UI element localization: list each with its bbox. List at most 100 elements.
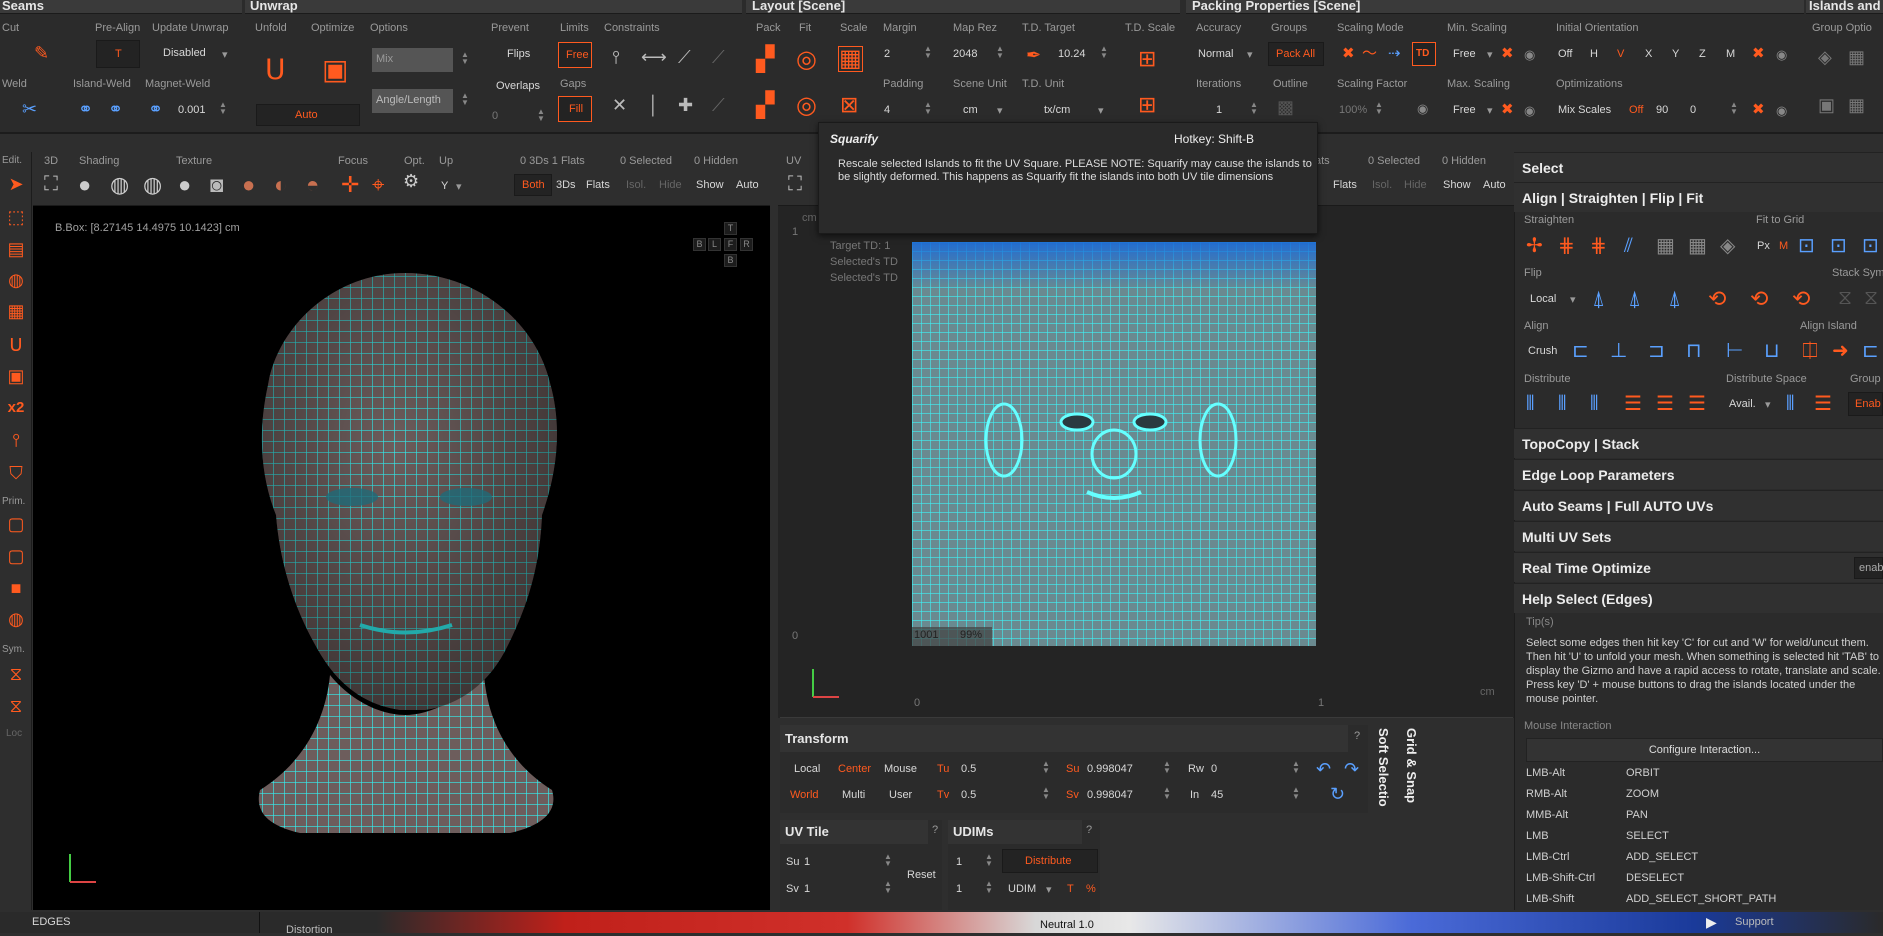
mix-input[interactable]: Mix xyxy=(372,48,453,72)
pack-group-icon[interactable]: ▞ xyxy=(756,94,774,118)
uv-auto-button[interactable]: Auto xyxy=(1483,179,1506,191)
td-unit-select[interactable]: tx/cm xyxy=(1044,104,1070,116)
options-icon[interactable]: ⚙ xyxy=(403,172,419,190)
up-axis-select[interactable]: Y xyxy=(441,180,448,192)
distribute-space-select[interactable]: Avail. xyxy=(1729,398,1756,410)
flip-local-select[interactable]: Local xyxy=(1530,293,1556,305)
flips-button[interactable]: Flips xyxy=(507,48,530,60)
straighten-auto-icon[interactable]: ✢ xyxy=(1526,236,1543,256)
crush-button[interactable]: Crush xyxy=(1528,345,1557,357)
rw-value[interactable]: 0 xyxy=(1211,763,1217,775)
min-scaling-clear-icon[interactable]: ✖ xyxy=(1501,46,1514,61)
udim-percent-button[interactable]: % xyxy=(1086,883,1096,895)
straighten-grid-icon[interactable]: ▦ xyxy=(1656,236,1675,256)
align-island-icon[interactable]: ⎅ xyxy=(1802,341,1818,361)
section-multi-uv-sets[interactable]: Multi UV Sets xyxy=(1514,521,1883,551)
user-button[interactable]: User xyxy=(889,789,912,801)
island-weld-icon[interactable]: ⚭ xyxy=(78,100,93,118)
spinner-icon[interactable]: ▲ ▼ xyxy=(219,101,227,116)
udims-value-1[interactable]: 1 xyxy=(956,856,962,868)
rotate-ccw-icon[interactable]: ↶ xyxy=(1316,760,1331,778)
symmetry-icon[interactable]: ⧖ xyxy=(4,662,28,686)
section-auto-seams[interactable]: Auto Seams | Full AUTO UVs xyxy=(1514,490,1883,520)
uv-tile-sv-value[interactable]: 1 xyxy=(804,883,810,895)
align-top-icon[interactable]: ⊓ xyxy=(1686,341,1702,361)
in-value[interactable]: 45 xyxy=(1211,789,1223,801)
view-cube[interactable]: T B L F R B xyxy=(693,222,757,270)
udims-help[interactable]: ? xyxy=(1086,824,1092,836)
eyedropper-icon[interactable]: ✒ xyxy=(1026,46,1041,64)
udim-select[interactable]: UDIM xyxy=(1008,883,1036,895)
straighten-v-icon[interactable]: ⋕ xyxy=(1590,236,1607,256)
eye-icon[interactable]: ◉ xyxy=(1776,48,1787,61)
uv-isol-button[interactable]: Isol. xyxy=(1372,179,1392,191)
optimizations-off-button[interactable]: Off xyxy=(1629,104,1643,116)
stack-sym-icon-2[interactable]: ⧖ xyxy=(1864,288,1878,308)
spinner-icon[interactable]: ▲ ▼ xyxy=(996,45,1004,60)
margin-value[interactable]: 2 xyxy=(884,48,890,60)
rotate-cw-icon[interactable]: ↷ xyxy=(1344,760,1359,778)
mouse-button[interactable]: Mouse xyxy=(884,763,917,775)
spinner-icon[interactable]: ▲ ▼ xyxy=(985,853,993,868)
section-help-select[interactable]: Help Select (Edges) xyxy=(1514,583,1883,613)
sphere-icon[interactable]: ◍ xyxy=(4,268,28,292)
soft-selection-tab[interactable]: Soft Selectio xyxy=(1376,728,1391,807)
group-enable-button[interactable]: Enab xyxy=(1848,392,1883,416)
distribute-icon-5[interactable]: ☰ xyxy=(1656,394,1674,414)
align-island-icon-2[interactable]: ⊏ xyxy=(1862,341,1879,361)
uv-tile-help[interactable]: ? xyxy=(932,824,938,836)
flip-rot-icon[interactable]: ⟲ xyxy=(1708,288,1726,310)
straighten-grid2-icon[interactable]: ▦ xyxy=(1688,236,1707,256)
straighten-h-icon[interactable]: ⋕ xyxy=(1558,236,1575,256)
spinner-icon[interactable]: ▲ ▼ xyxy=(1292,786,1300,801)
spinner-icon[interactable]: ▲ ▼ xyxy=(1042,760,1050,775)
scaling-disable-icon[interactable]: ✖ xyxy=(1342,46,1355,61)
eye-icon[interactable]: ◉ xyxy=(1524,104,1535,117)
uv-tile-su-value[interactable]: 1 xyxy=(804,856,810,868)
flip-v2-icon[interactable]: ⍋ xyxy=(1668,288,1681,310)
fit-icon[interactable]: ◎ xyxy=(796,48,817,72)
orient-m-button[interactable]: M xyxy=(1726,48,1735,60)
support-label[interactable]: Support xyxy=(1735,916,1774,928)
align-bottom-icon[interactable]: ⊔ xyxy=(1764,341,1780,361)
spinner-icon[interactable]: ▲ ▼ xyxy=(461,51,469,66)
auto-button[interactable]: Auto xyxy=(256,104,360,126)
uv-flats-button[interactable]: Flats xyxy=(1333,179,1357,191)
flip-h-icon[interactable]: ⍋ xyxy=(1592,288,1605,310)
auto-button[interactable]: Auto xyxy=(736,179,759,191)
td-target-value[interactable]: 10.24 xyxy=(1058,48,1086,60)
magnet-weld-icon[interactable]: ⚭ xyxy=(148,100,163,118)
squarify-icon[interactable]: ▦ xyxy=(838,46,863,72)
magnet-weld-value[interactable]: 0.001 xyxy=(178,104,206,116)
eye-icon[interactable]: ◉ xyxy=(1776,104,1787,117)
texture-none-icon[interactable]: ● xyxy=(178,174,191,196)
view-left-face[interactable]: L xyxy=(708,238,721,251)
orient-z-button[interactable]: Z xyxy=(1699,48,1706,60)
max-scaling-select[interactable]: Free xyxy=(1453,104,1476,116)
isol-button[interactable]: Isol. xyxy=(626,179,646,191)
mix-scales-button[interactable]: Mix Scales xyxy=(1558,104,1611,116)
spinner-icon[interactable]: ▲ ▼ xyxy=(884,853,892,868)
texture-color-icon[interactable]: ● xyxy=(242,174,255,196)
spinner-icon[interactable]: ▲ ▼ xyxy=(537,108,545,123)
box-select-icon[interactable]: ⬚ xyxy=(4,205,28,229)
group-options-icon[interactable]: ◈ xyxy=(1818,48,1832,66)
section-real-time-optimize[interactable]: Real Time Optimize xyxy=(1514,552,1883,582)
texture-checker-icon[interactable]: ◙ xyxy=(210,174,223,196)
hide-button[interactable]: Hide xyxy=(659,179,682,191)
texture-map-icon[interactable]: ◐ xyxy=(274,174,287,196)
cross-icon[interactable]: ✚ xyxy=(678,96,693,114)
texture-image-icon[interactable]: ◓ xyxy=(306,174,319,196)
flip-rot2-icon[interactable]: ⟲ xyxy=(1750,288,1768,310)
orient-h-button[interactable]: H xyxy=(1590,48,1598,60)
view-top-face[interactable]: T xyxy=(724,222,737,235)
center-button[interactable]: Center xyxy=(838,763,871,775)
frame-icon[interactable]: ⛶ xyxy=(44,174,58,194)
distribute-button[interactable]: Distribute xyxy=(1002,849,1098,873)
local-button[interactable]: Local xyxy=(794,763,820,775)
scaling-arrow-icon[interactable]: ⇢ xyxy=(1388,46,1401,61)
fit-grid-icon-2[interactable]: ⊡ xyxy=(1830,236,1847,256)
uv-hide-button[interactable]: Hide xyxy=(1404,179,1427,191)
fit-to-grid-m-button[interactable]: M xyxy=(1779,240,1788,252)
symmetry-add-icon[interactable]: ⧖ xyxy=(4,694,28,718)
